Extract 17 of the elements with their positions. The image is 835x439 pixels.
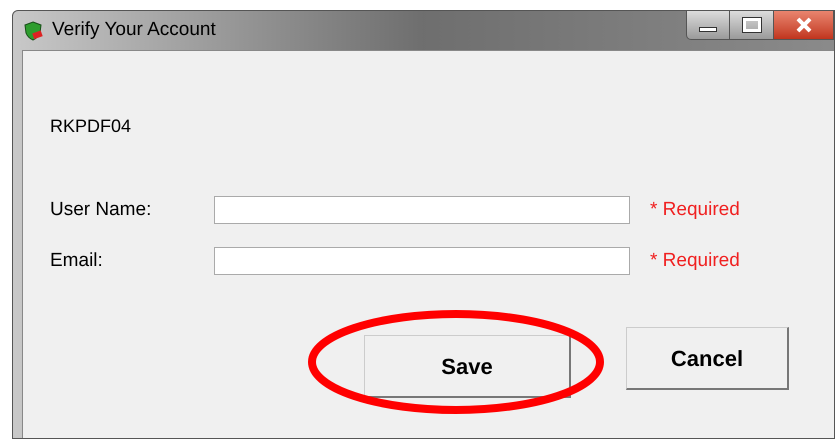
cancel-button[interactable]: Cancel	[626, 327, 789, 390]
required-note: * Required	[650, 198, 740, 222]
field-label: User Name:	[50, 198, 152, 222]
close-icon	[794, 17, 812, 33]
required-note: * Required	[650, 248, 740, 272]
account-code-label: RKPDF04	[50, 115, 132, 138]
maximize-button[interactable]	[730, 10, 774, 40]
minimize-icon	[699, 27, 717, 32]
minimize-button[interactable]	[686, 10, 730, 40]
shield-icon	[22, 20, 44, 42]
close-button[interactable]	[774, 10, 834, 40]
maximize-icon	[742, 18, 760, 32]
input-field[interactable]	[214, 196, 630, 224]
field-label: Email:	[50, 248, 104, 272]
input-field[interactable]	[214, 246, 630, 275]
save-button[interactable]: Save	[364, 335, 571, 398]
window-title: Verify Your Account	[52, 18, 216, 42]
